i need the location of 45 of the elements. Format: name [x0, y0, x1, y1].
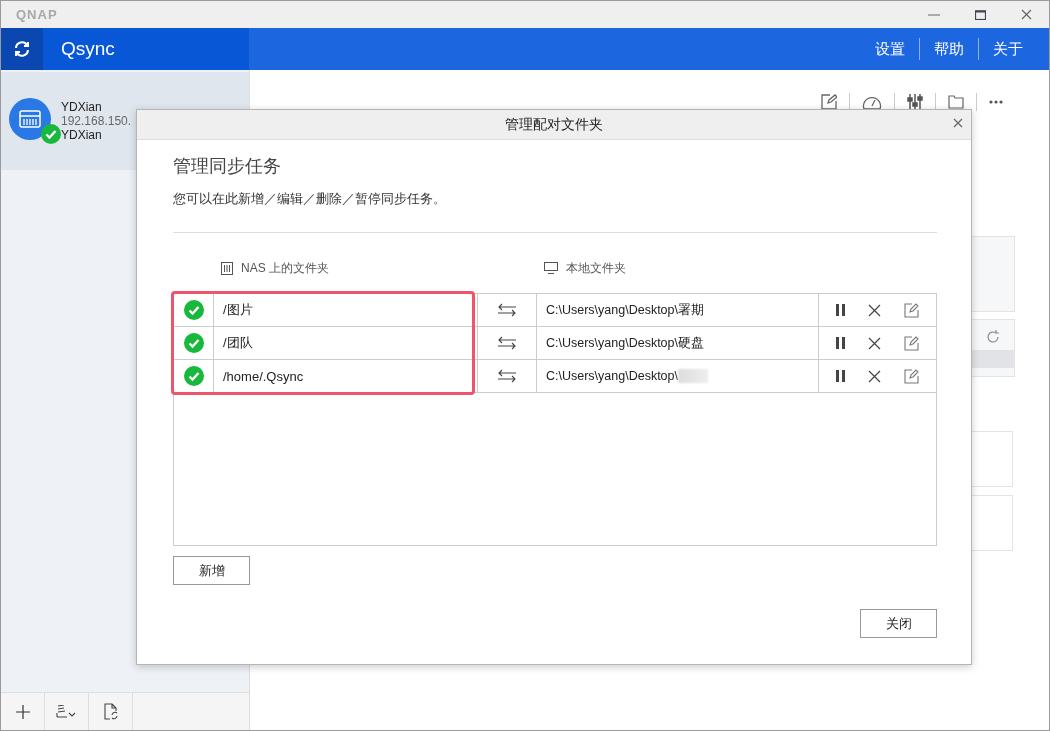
- edit-icon[interactable]: [903, 302, 919, 318]
- delete-icon[interactable]: [868, 369, 882, 383]
- refresh-icon[interactable]: [986, 330, 1000, 344]
- table-cell: C:\Users\yang\Desktop\署期: [546, 301, 704, 319]
- delete-icon[interactable]: [868, 303, 882, 317]
- close-icon[interactable]: [953, 118, 963, 128]
- edit-icon[interactable]: [903, 335, 919, 351]
- menu-item[interactable]: 关于: [979, 39, 1037, 59]
- sync-icon[interactable]: [1, 28, 43, 70]
- device-name: YDXian: [61, 100, 103, 114]
- edit-icon[interactable]: [903, 368, 919, 384]
- dialog-title: 管理配对文件夹: [505, 115, 603, 134]
- connected-icon: [41, 124, 61, 144]
- sync-arrows-icon: [497, 336, 517, 350]
- menu-item[interactable]: 设置: [861, 39, 919, 59]
- add-button[interactable]: 新增: [173, 556, 250, 585]
- table-cell: C:\Users\yang\Desktop\: [546, 369, 678, 383]
- dialog-description: 您可以在此新增／编辑／删除／暂停同步任务。: [173, 190, 447, 208]
- pause-icon[interactable]: [836, 304, 847, 316]
- column-header: 本地文件夹: [566, 259, 626, 277]
- sync-arrows-icon: [497, 369, 517, 383]
- pause-icon[interactable]: [836, 337, 847, 349]
- device-user: YDXian: [61, 128, 103, 142]
- pause-icon[interactable]: [836, 370, 847, 382]
- success-icon: [183, 366, 204, 386]
- success-icon: [183, 300, 204, 320]
- brand-logo: QNAP: [16, 7, 59, 22]
- app-title: Qsync: [61, 38, 115, 60]
- sync-arrows-icon: [497, 303, 517, 317]
- table-cell: C:\Users\yang\Desktop\硬盘: [546, 334, 704, 352]
- nas-icon: [221, 261, 233, 275]
- maximize-icon[interactable]: [974, 9, 986, 20]
- delete-icon[interactable]: [868, 336, 882, 350]
- table-cell: /团队: [223, 334, 253, 352]
- table-cell: /home/.Qsync: [223, 368, 304, 384]
- menu-item[interactable]: 帮助: [920, 39, 978, 59]
- monitor-icon: [544, 262, 558, 274]
- nas-icon: [9, 98, 51, 140]
- table-cell: /图片: [223, 301, 253, 319]
- blurred-text: [678, 369, 708, 383]
- close-button[interactable]: 关闭: [860, 609, 937, 638]
- column-header: NAS 上的文件夹: [241, 259, 329, 277]
- device-address: 192.168.150.: [61, 114, 132, 128]
- close-icon[interactable]: [1020, 9, 1032, 20]
- success-icon: [183, 333, 204, 353]
